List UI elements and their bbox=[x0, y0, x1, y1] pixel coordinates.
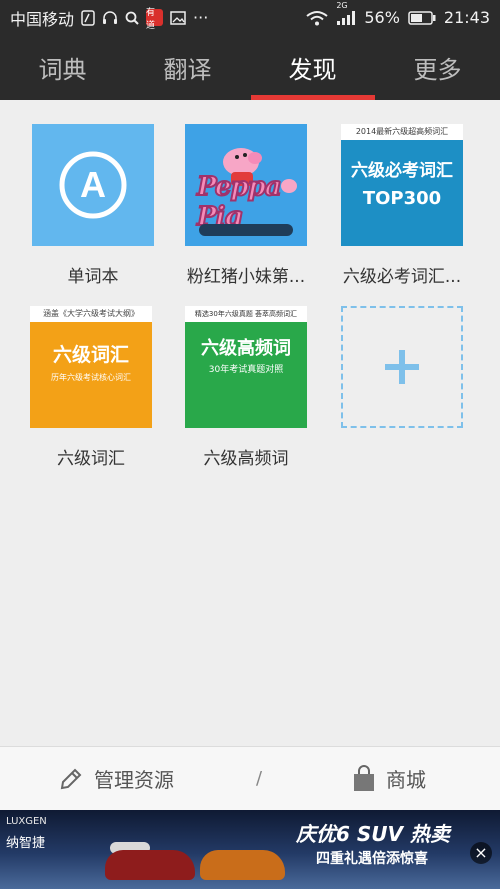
tile-label: 六级必考词汇... bbox=[342, 267, 462, 287]
cet6-must-thumbnail: 2014最新六级超高频词汇 六级必考词汇 TOP300 bbox=[341, 124, 463, 246]
tab-discover[interactable]: 发现 bbox=[250, 35, 375, 100]
ad-brand-en: LUXGEN bbox=[6, 816, 47, 827]
svg-text:A: A bbox=[80, 164, 106, 205]
tile-label: 单词本 bbox=[67, 267, 119, 287]
progress-bar bbox=[199, 224, 293, 236]
separator: / bbox=[256, 768, 263, 789]
battery-icon bbox=[408, 10, 436, 25]
tile-label: 六级高频词 bbox=[203, 449, 289, 469]
ad-headline: 庆优6 SUV 热卖 bbox=[296, 822, 450, 846]
cet6-frequent-thumbnail: 精选30年六级真题 荟萃高频词汇 六级高频词 30年考试真题对照 bbox=[185, 306, 307, 428]
headset-icon bbox=[102, 10, 118, 26]
bottom-action-bar: 管理资源 / 商城 bbox=[0, 746, 500, 810]
youdao-notification-icon: 有道 bbox=[146, 8, 164, 31]
cet6-vocab-thumbnail: 涵盖《大学六级考试大纲》 六级词汇 历年六级考试核心词汇 bbox=[30, 306, 152, 428]
tile-label: 六级词汇 bbox=[57, 449, 125, 469]
search-icon bbox=[125, 11, 139, 25]
cover-subtitle: 2014最新六级超高频词汇 bbox=[341, 124, 463, 140]
store-label: 商城 bbox=[386, 768, 426, 792]
wordbook-icon: A bbox=[59, 151, 127, 219]
cover-subtitle-2: 30年考试真题对照 bbox=[208, 365, 284, 375]
tile-peppa-pig[interactable]: Peppa Pig 粉红猪小妹第... bbox=[178, 124, 314, 287]
tile-label: 粉红猪小妹第... bbox=[186, 267, 306, 287]
tile-cet6-vocab[interactable]: 涵盖《大学六级考试大纲》 六级词汇 历年六级考试核心词汇 六级词汇 bbox=[23, 306, 159, 469]
battery-percent: 56% bbox=[364, 8, 400, 27]
cover-title: 六级必考词汇 bbox=[351, 161, 453, 181]
top-tab-bar: 词典 翻译 发现 更多 bbox=[0, 35, 500, 100]
network-type: 2G bbox=[336, 0, 348, 10]
cover-title: 六级词汇 bbox=[52, 344, 129, 366]
ad-brand-cn: 纳智捷 bbox=[6, 836, 46, 851]
manage-resources-button[interactable]: 管理资源 bbox=[58, 764, 174, 793]
overflow-indicator: ··· bbox=[193, 8, 209, 27]
image-icon bbox=[170, 10, 186, 26]
cover-title: 六级高频词 bbox=[201, 338, 291, 359]
peppa-thumbnail: Peppa Pig bbox=[185, 124, 307, 246]
clock: 21:43 bbox=[443, 8, 490, 27]
tile-wordbook[interactable]: A 单词本 bbox=[25, 124, 161, 287]
ad-close-button[interactable]: × bbox=[470, 842, 492, 864]
cover-subtitle-2: 历年六级考试核心词汇 bbox=[51, 373, 131, 382]
ad-banner[interactable]: LUXGEN 纳智捷 庆优6 SUV 热卖 四重礼遇倍添惊喜 × bbox=[0, 810, 500, 889]
ad-car-image bbox=[200, 850, 285, 880]
cover-subtitle-2: TOP300 bbox=[362, 188, 442, 209]
signal-icon: 2G bbox=[336, 1, 356, 26]
sim-icon bbox=[81, 9, 95, 26]
peppa-title: Peppa Pig bbox=[196, 171, 283, 233]
tile-cet6-frequent[interactable]: 精选30年六级真题 荟萃高频词汇 六级高频词 30年考试真题对照 六级高频词 bbox=[178, 306, 314, 469]
wordbook-thumbnail: A bbox=[32, 124, 154, 246]
tab-translate[interactable]: 翻译 bbox=[125, 35, 250, 100]
plus-icon bbox=[385, 350, 419, 384]
wifi-icon bbox=[306, 10, 328, 26]
cover-subtitle: 精选30年六级真题 荟萃高频词汇 bbox=[185, 306, 307, 322]
tile-cet6-must[interactable]: 2014最新六级超高频词汇 六级必考词汇 TOP300 六级必考词汇... bbox=[334, 124, 470, 287]
tab-more[interactable]: 更多 bbox=[375, 35, 500, 100]
pencil-icon bbox=[60, 768, 82, 789]
store-button[interactable]: 商城 bbox=[352, 764, 426, 793]
carrier-name: 中国移动 bbox=[10, 9, 75, 29]
tile-add-resource[interactable] bbox=[334, 306, 470, 428]
ad-subline: 四重礼遇倍添惊喜 bbox=[316, 851, 428, 867]
add-resource-button[interactable] bbox=[341, 306, 463, 428]
cover-subtitle: 涵盖《大学六级考试大纲》 bbox=[30, 306, 152, 322]
status-bar: 中国移动 有道 ··· 2G 56% 21:43 bbox=[0, 0, 500, 35]
manage-label: 管理资源 bbox=[94, 768, 174, 792]
shopping-bag-icon bbox=[354, 764, 374, 791]
tab-dictionary[interactable]: 词典 bbox=[0, 35, 125, 100]
ad-car-image bbox=[105, 850, 195, 880]
